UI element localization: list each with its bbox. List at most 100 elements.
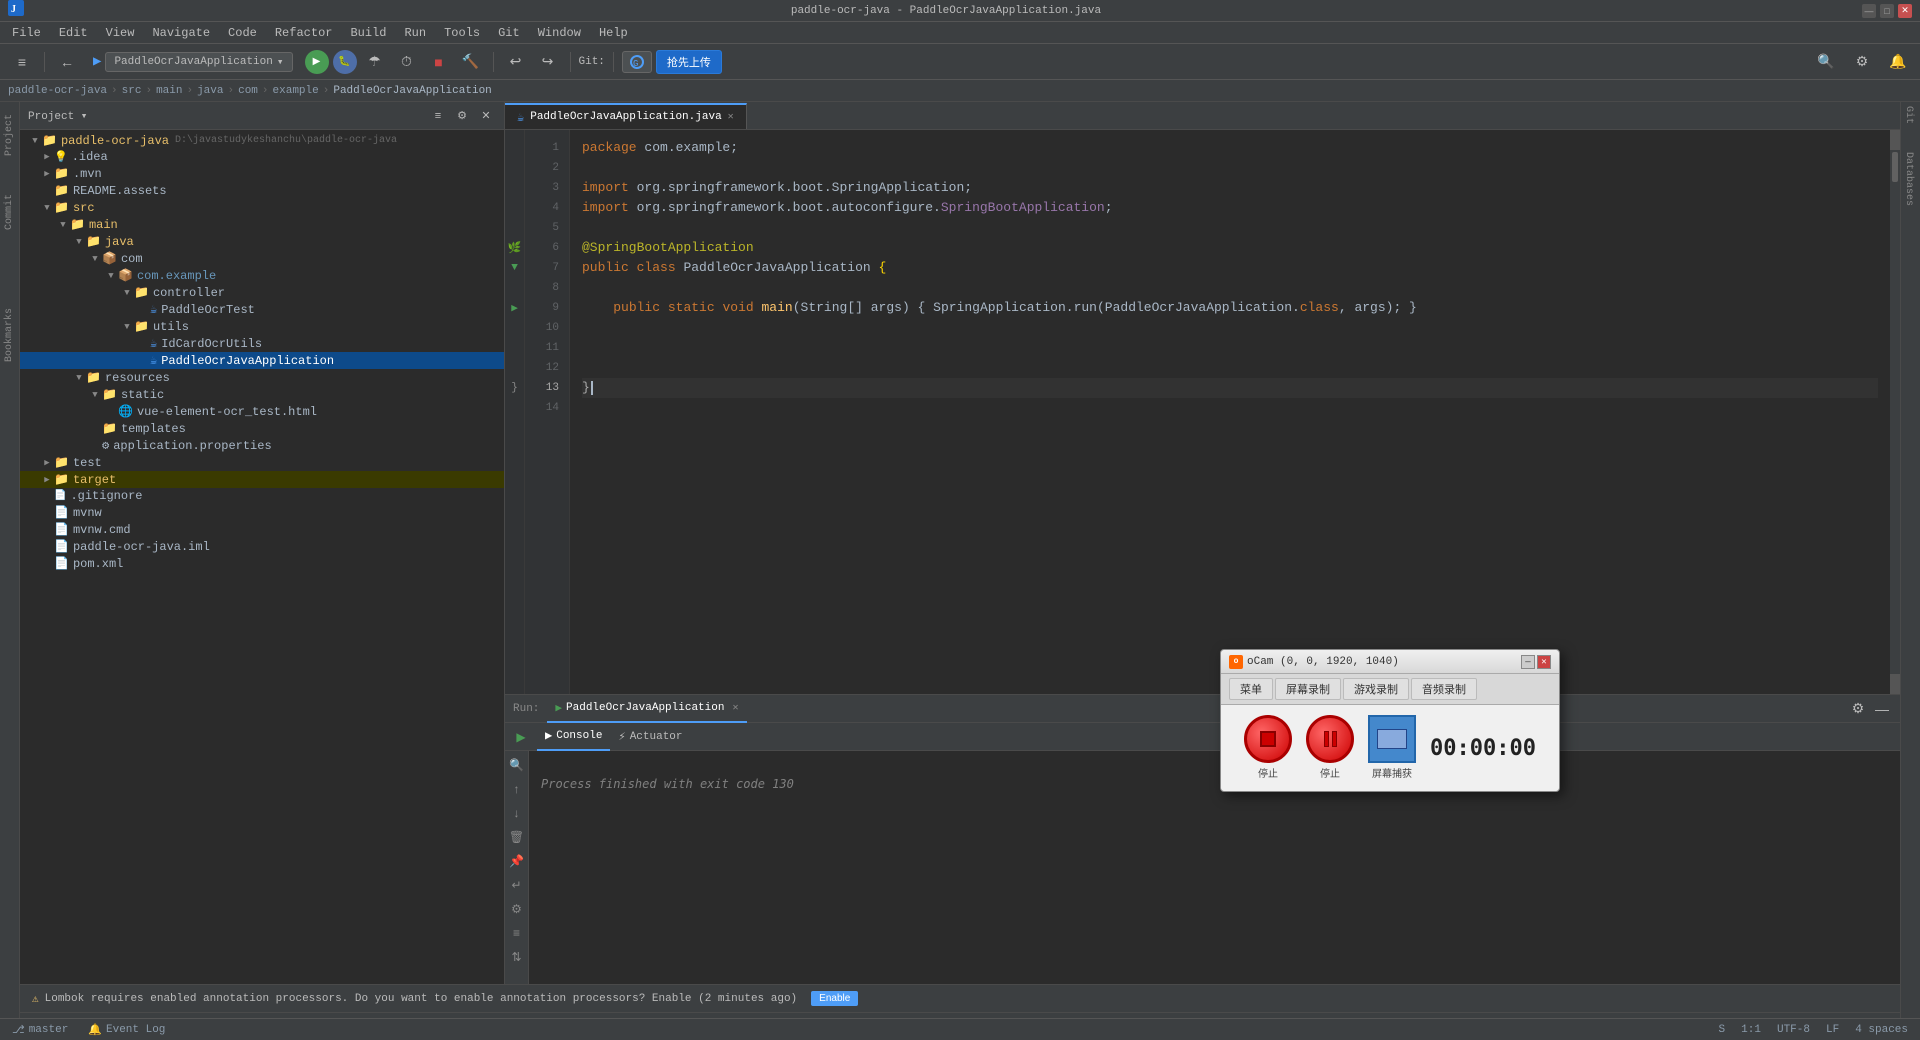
tree-static[interactable]: ▼ 📁 static — [20, 386, 504, 403]
breadcrumb-main[interactable]: main — [156, 85, 182, 97]
databases-right-tab[interactable]: Databases — [1901, 148, 1916, 210]
run-tab-close-icon[interactable]: ✕ — [732, 702, 738, 714]
filter-button[interactable]: 🔍 — [507, 755, 527, 775]
menu-git[interactable]: Git — [490, 24, 528, 42]
tree-controller[interactable]: ▼ 📁 controller — [20, 284, 504, 301]
menu-refactor[interactable]: Refactor — [267, 24, 341, 42]
tree-vue-html[interactable]: 🌐 vue-element-ocr_test.html — [20, 403, 504, 420]
tree-mvnw-cmd[interactable]: 📄 mvnw.cmd — [20, 521, 504, 538]
stop-button[interactable]: ■ — [425, 48, 453, 76]
status-git-branch[interactable]: ⎇ master — [8, 1023, 72, 1037]
ocam-screen-button[interactable] — [1368, 715, 1416, 763]
tree-com[interactable]: ▼ 📦 com — [20, 250, 504, 267]
pin-button[interactable]: 📌 — [507, 851, 527, 871]
breadcrumb-src[interactable]: src — [122, 85, 142, 97]
project-collapse-button[interactable]: ≡ — [428, 106, 448, 126]
project-settings-button[interactable]: ⚙ — [452, 106, 472, 126]
tree-java[interactable]: ▼ 📁 java — [20, 233, 504, 250]
status-encoding[interactable]: UTF-8 — [1773, 1024, 1814, 1036]
git-right-tab[interactable]: Git — [1901, 102, 1916, 128]
scrollbar-thumb[interactable] — [1892, 152, 1898, 182]
breadcrumb-example[interactable]: example — [273, 85, 319, 97]
status-indent[interactable]: 4 spaces — [1851, 1024, 1912, 1036]
code-content[interactable]: package com.example; import org.springfr… — [570, 130, 1890, 694]
status-line-sep[interactable]: LF — [1822, 1024, 1843, 1036]
tree-main[interactable]: ▼ 📁 main — [20, 216, 504, 233]
maximize-button[interactable]: □ — [1880, 4, 1894, 18]
run-config-dropdown[interactable]: PaddleOcrJavaApplication ▾ — [105, 52, 292, 72]
upload-button[interactable]: 抢先上传 — [656, 50, 722, 74]
ocam-titlebar[interactable]: o oCam (0, 0, 1920, 1040) — ✕ — [1221, 650, 1559, 674]
tree-pom[interactable]: 📄 pom.xml — [20, 555, 504, 572]
tree-readme[interactable]: 📁 README.assets — [20, 182, 504, 199]
notifications-button[interactable]: 🔔 — [1884, 48, 1912, 76]
profile-button[interactable]: ⏱ — [393, 48, 421, 76]
undo-button[interactable]: ↩ — [502, 48, 530, 76]
close-button[interactable]: ✕ — [1898, 4, 1912, 18]
scrollbar-track[interactable] — [1890, 150, 1900, 674]
editor-tab-close[interactable]: ✕ — [728, 111, 734, 123]
breadcrumb-com[interactable]: com — [238, 85, 258, 97]
project-dropdown-button[interactable]: ≡ — [8, 48, 36, 76]
tree-test[interactable]: ▶ 📁 test — [20, 454, 504, 471]
menu-help[interactable]: Help — [591, 24, 636, 42]
minimize-button[interactable]: — — [1862, 4, 1876, 18]
run-button[interactable]: ▶ — [305, 50, 329, 74]
editor-tab-main[interactable]: ☕ PaddleOcrJavaApplication.java ✕ — [505, 103, 747, 129]
menu-view[interactable]: View — [98, 24, 143, 42]
ocam-close-button[interactable]: ✕ — [1537, 655, 1551, 669]
editor-scrollbar[interactable] — [1890, 130, 1900, 694]
wrap-button[interactable]: ↵ — [507, 875, 527, 895]
status-cursor-position[interactable]: 1:1 — [1737, 1024, 1765, 1036]
scroll-up-button[interactable]: ↑ — [507, 779, 527, 799]
tree-root[interactable]: ▼ 📁 paddle-ocr-java D:\javastudykeshanch… — [20, 132, 504, 149]
ocam-menu-item-1[interactable]: 菜单 — [1229, 678, 1273, 700]
commit-sidebar-tab[interactable]: Commit — [2, 186, 17, 238]
actuator-tab[interactable]: ⚡ Actuator — [610, 723, 690, 751]
ocam-stop-button[interactable] — [1244, 715, 1292, 763]
rerun-button[interactable]: ▶ — [511, 727, 531, 747]
tree-resources[interactable]: ▼ 📁 resources — [20, 369, 504, 386]
scroll-down-button[interactable]: ↓ — [507, 803, 527, 823]
ocam-menu-item-4[interactable]: 音频录制 — [1411, 678, 1477, 700]
search-button[interactable]: 🔍 — [1812, 48, 1840, 76]
coverage-button[interactable]: ☂ — [361, 48, 389, 76]
settings-button[interactable]: ⚙ — [1848, 48, 1876, 76]
redo-button[interactable]: ↪ — [534, 48, 562, 76]
menu-tools[interactable]: Tools — [436, 24, 488, 42]
ocam-menu-item-3[interactable]: 游戏录制 — [1343, 678, 1409, 700]
ocam-menu-item-2[interactable]: 屏幕录制 — [1275, 678, 1341, 700]
menu-run[interactable]: Run — [396, 24, 434, 42]
scrollbar-down-button[interactable] — [1890, 674, 1900, 694]
menu-window[interactable]: Window — [530, 24, 589, 42]
tree-mvnw[interactable]: 📄 mvnw — [20, 504, 504, 521]
menu-edit[interactable]: Edit — [51, 24, 96, 42]
ocam-minimize-button[interactable]: — — [1521, 655, 1535, 669]
tree-target[interactable]: ▶ 📁 target — [20, 471, 504, 488]
tree-src[interactable]: ▼ 📁 src — [20, 199, 504, 216]
console-tab[interactable]: ▶ Console — [537, 723, 610, 751]
tree-utils[interactable]: ▼ 📁 utils — [20, 318, 504, 335]
tree-idea[interactable]: ▶ 💡 .idea — [20, 149, 504, 165]
run-tab-main[interactable]: ▶ PaddleOcrJavaApplication ✕ — [547, 695, 746, 723]
tree-idcard-utils[interactable]: ☕ IdCardOcrUtils — [20, 335, 504, 352]
bookmarks-sidebar-tab[interactable]: Bookmarks — [2, 300, 17, 370]
build-button[interactable]: 🔨 — [457, 48, 485, 76]
tree-mvn[interactable]: ▶ 📁 .mvn — [20, 165, 504, 182]
run-panel-close-button[interactable]: — — [1872, 699, 1892, 719]
tree-templates[interactable]: 📁 templates — [20, 420, 504, 437]
scrollbar-up-button[interactable] — [1890, 130, 1900, 150]
menu-navigate[interactable]: Navigate — [144, 24, 218, 42]
breadcrumb-java[interactable]: java — [197, 85, 223, 97]
breadcrumb-project[interactable]: paddle-ocr-java — [8, 85, 107, 97]
code-editor[interactable]: 🌿 ▼ ▶ } — [505, 130, 1900, 694]
menu-file[interactable]: File — [4, 24, 49, 42]
tree-paddle-ocr-test[interactable]: ☕ PaddleOcrTest — [20, 301, 504, 318]
tree-gitignore[interactable]: 📄 .gitignore — [20, 488, 504, 504]
run-settings-button[interactable]: ⚙ — [1848, 699, 1868, 719]
tree-app-properties[interactable]: ⚙ application.properties — [20, 437, 504, 454]
tree-iml[interactable]: 📄 paddle-ocr-java.iml — [20, 538, 504, 555]
enable-annotation-button[interactable]: Enable — [811, 991, 858, 1006]
project-sidebar-tab[interactable]: Project — [2, 106, 17, 164]
clear-console-button[interactable]: 🗑 — [507, 827, 527, 847]
